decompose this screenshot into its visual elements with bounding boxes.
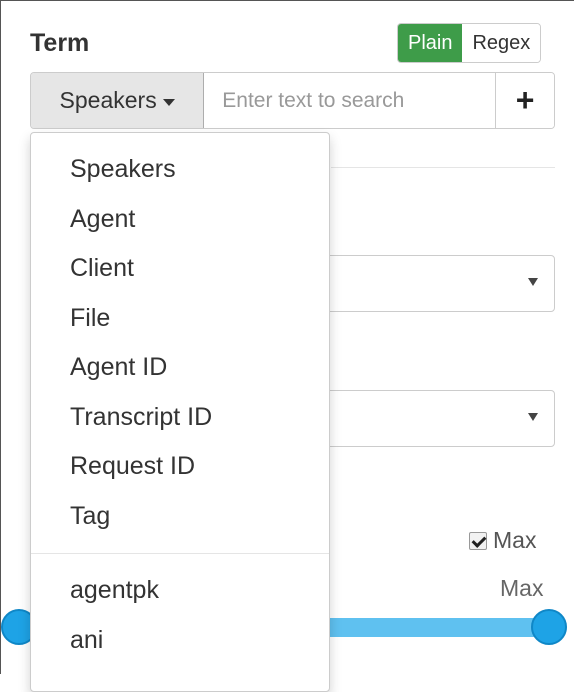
plus-icon: + — [515, 82, 535, 118]
term-filter-panel: Term Plain Regex Speakers + Max Max Spea… — [0, 0, 574, 692]
dropdown-item[interactable]: Speakers — [31, 153, 329, 203]
add-term-button[interactable]: + — [495, 73, 554, 128]
field-select-button[interactable]: Speakers — [31, 73, 205, 128]
dropdown-item[interactable]: ani — [31, 624, 329, 674]
chevron-down-icon — [528, 278, 538, 286]
caret-down-icon — [162, 98, 175, 106]
dropdown-item[interactable]: Tag — [31, 500, 329, 550]
field-dropdown-menu: Speakers Agent Client File Agent ID Tran… — [30, 132, 330, 692]
dropdown-item[interactable]: Request ID — [31, 450, 329, 500]
search-mode-toggle: Plain Regex — [397, 23, 542, 63]
chevron-down-icon — [528, 413, 538, 421]
plain-mode-button[interactable]: Plain — [398, 24, 463, 62]
range-max-label: Max — [500, 575, 544, 601]
dropdown-item[interactable]: Transcript ID — [31, 401, 329, 451]
max-checkbox-label: Max — [493, 527, 537, 553]
term-heading: Term — [30, 29, 90, 57]
max-checkbox[interactable] — [469, 531, 487, 550]
regex-mode-button[interactable]: Regex — [462, 24, 541, 62]
section-divider — [331, 167, 555, 168]
range-slider-max-handle[interactable] — [531, 609, 567, 645]
max-checkbox-group[interactable]: Max — [469, 527, 536, 554]
dropdown-item[interactable]: agentpk — [31, 574, 329, 624]
term-search-input[interactable] — [204, 73, 496, 128]
dropdown-item[interactable]: Agent ID — [31, 351, 329, 401]
dropdown-divider — [31, 553, 329, 554]
term-search-group: Speakers + — [30, 72, 555, 129]
dropdown-item[interactable]: Client — [31, 252, 329, 302]
dropdown-item[interactable]: Agent — [31, 203, 329, 253]
field-select-label: Speakers — [59, 87, 157, 113]
dropdown-item[interactable]: File — [31, 302, 329, 352]
